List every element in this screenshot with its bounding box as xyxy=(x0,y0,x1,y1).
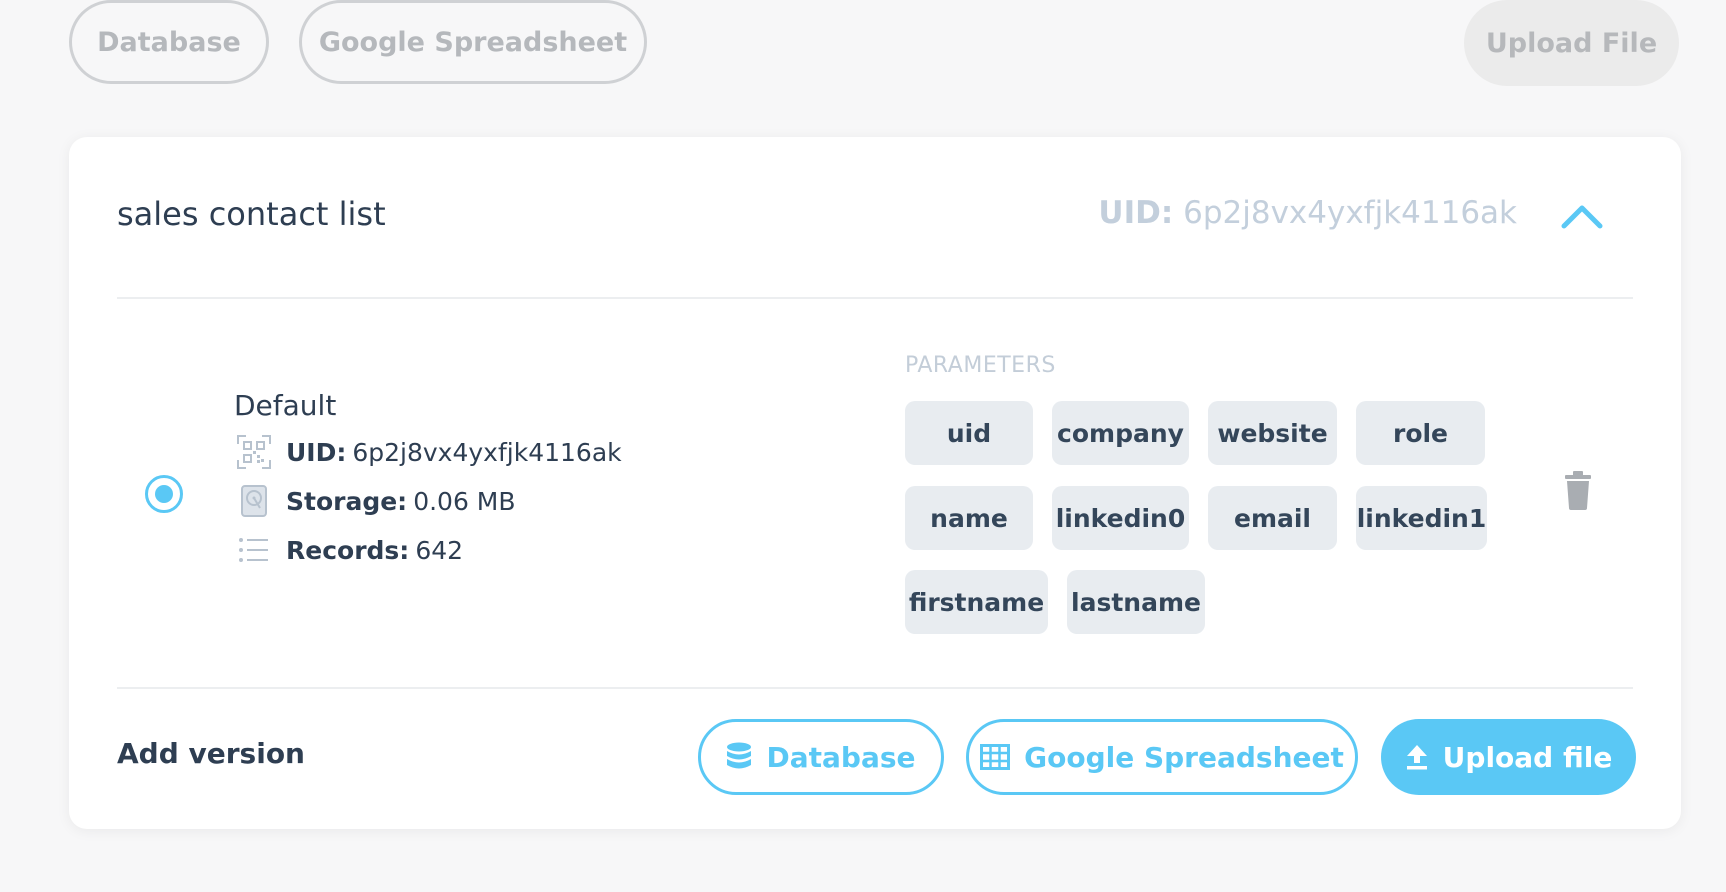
dataset-uid: UID: 6p2j8vx4yxfjk4116ak xyxy=(1098,195,1517,231)
version-uid-row: UID: 6p2j8vx4yxfjk4116ak xyxy=(234,432,622,472)
version-name: Default xyxy=(234,389,337,422)
add-database-label: Database xyxy=(766,740,916,774)
table-grid-icon xyxy=(980,744,1011,770)
header-divider xyxy=(117,297,1633,299)
parameters-heading: PARAMETERS xyxy=(905,353,1056,378)
google-spreadsheet-tab[interactable]: Google Spreadsheet xyxy=(299,0,647,84)
version-records-value: 642 xyxy=(415,535,464,565)
version-uid-label: UID: xyxy=(286,437,347,467)
parameter-chip-linkedin1: linkedin1 xyxy=(1356,486,1487,550)
add-google-spreadsheet-label: Google Spreadsheet xyxy=(1024,740,1344,774)
parameter-chip-website: website xyxy=(1208,401,1337,465)
parameter-chip-linkedin0: linkedin0 xyxy=(1052,486,1189,550)
dataset-uid-value: 6p2j8vx4yxfjk4116ak xyxy=(1183,195,1517,231)
upload-file-version-label: Upload file xyxy=(1442,740,1613,774)
version-records-label: Records: xyxy=(286,535,410,565)
upload-file-button[interactable]: Upload File xyxy=(1464,0,1679,86)
hard-drive-icon xyxy=(234,481,274,521)
add-version-label: Add version xyxy=(117,737,305,770)
parameter-chip-firstname: firstname xyxy=(905,570,1048,634)
chevron-up-icon[interactable] xyxy=(1559,197,1605,237)
qr-code-icon xyxy=(234,432,274,472)
parameter-chip-role: role xyxy=(1356,401,1485,465)
parameter-chip-email: email xyxy=(1208,486,1337,550)
source-tabs: Database Google Spreadsheet Upload File xyxy=(0,0,1726,100)
dataset-title: sales contact list xyxy=(117,195,386,233)
parameter-chip-uid: uid xyxy=(905,401,1033,465)
version-records-row: Records: 642 xyxy=(234,530,463,570)
version-uid-value: 6p2j8vx4yxfjk4116ak xyxy=(352,437,622,467)
parameter-chip-name: name xyxy=(905,486,1033,550)
dataset-uid-label: UID: xyxy=(1098,195,1174,231)
trash-icon[interactable] xyxy=(1563,470,1593,510)
upload-file-version-button[interactable]: Upload file xyxy=(1381,719,1636,795)
parameter-chip-lastname: lastname xyxy=(1067,570,1205,634)
upload-icon xyxy=(1406,745,1427,770)
dataset-card: sales contact list UID: 6p2j8vx4yxfjk411… xyxy=(69,137,1681,829)
add-google-spreadsheet-button[interactable]: Google Spreadsheet xyxy=(966,719,1358,795)
database-tab[interactable]: Database xyxy=(69,0,269,84)
parameter-chip-company: company xyxy=(1052,401,1189,465)
version-radio[interactable] xyxy=(145,475,183,513)
footer-divider xyxy=(117,687,1633,689)
list-icon xyxy=(234,530,274,570)
version-storage-label: Storage: xyxy=(286,486,408,516)
add-database-button[interactable]: Database xyxy=(698,719,944,795)
database-icon xyxy=(727,742,752,769)
version-storage-row: Storage: 0.06 MB xyxy=(234,481,516,521)
version-storage-value: 0.06 MB xyxy=(413,486,516,516)
